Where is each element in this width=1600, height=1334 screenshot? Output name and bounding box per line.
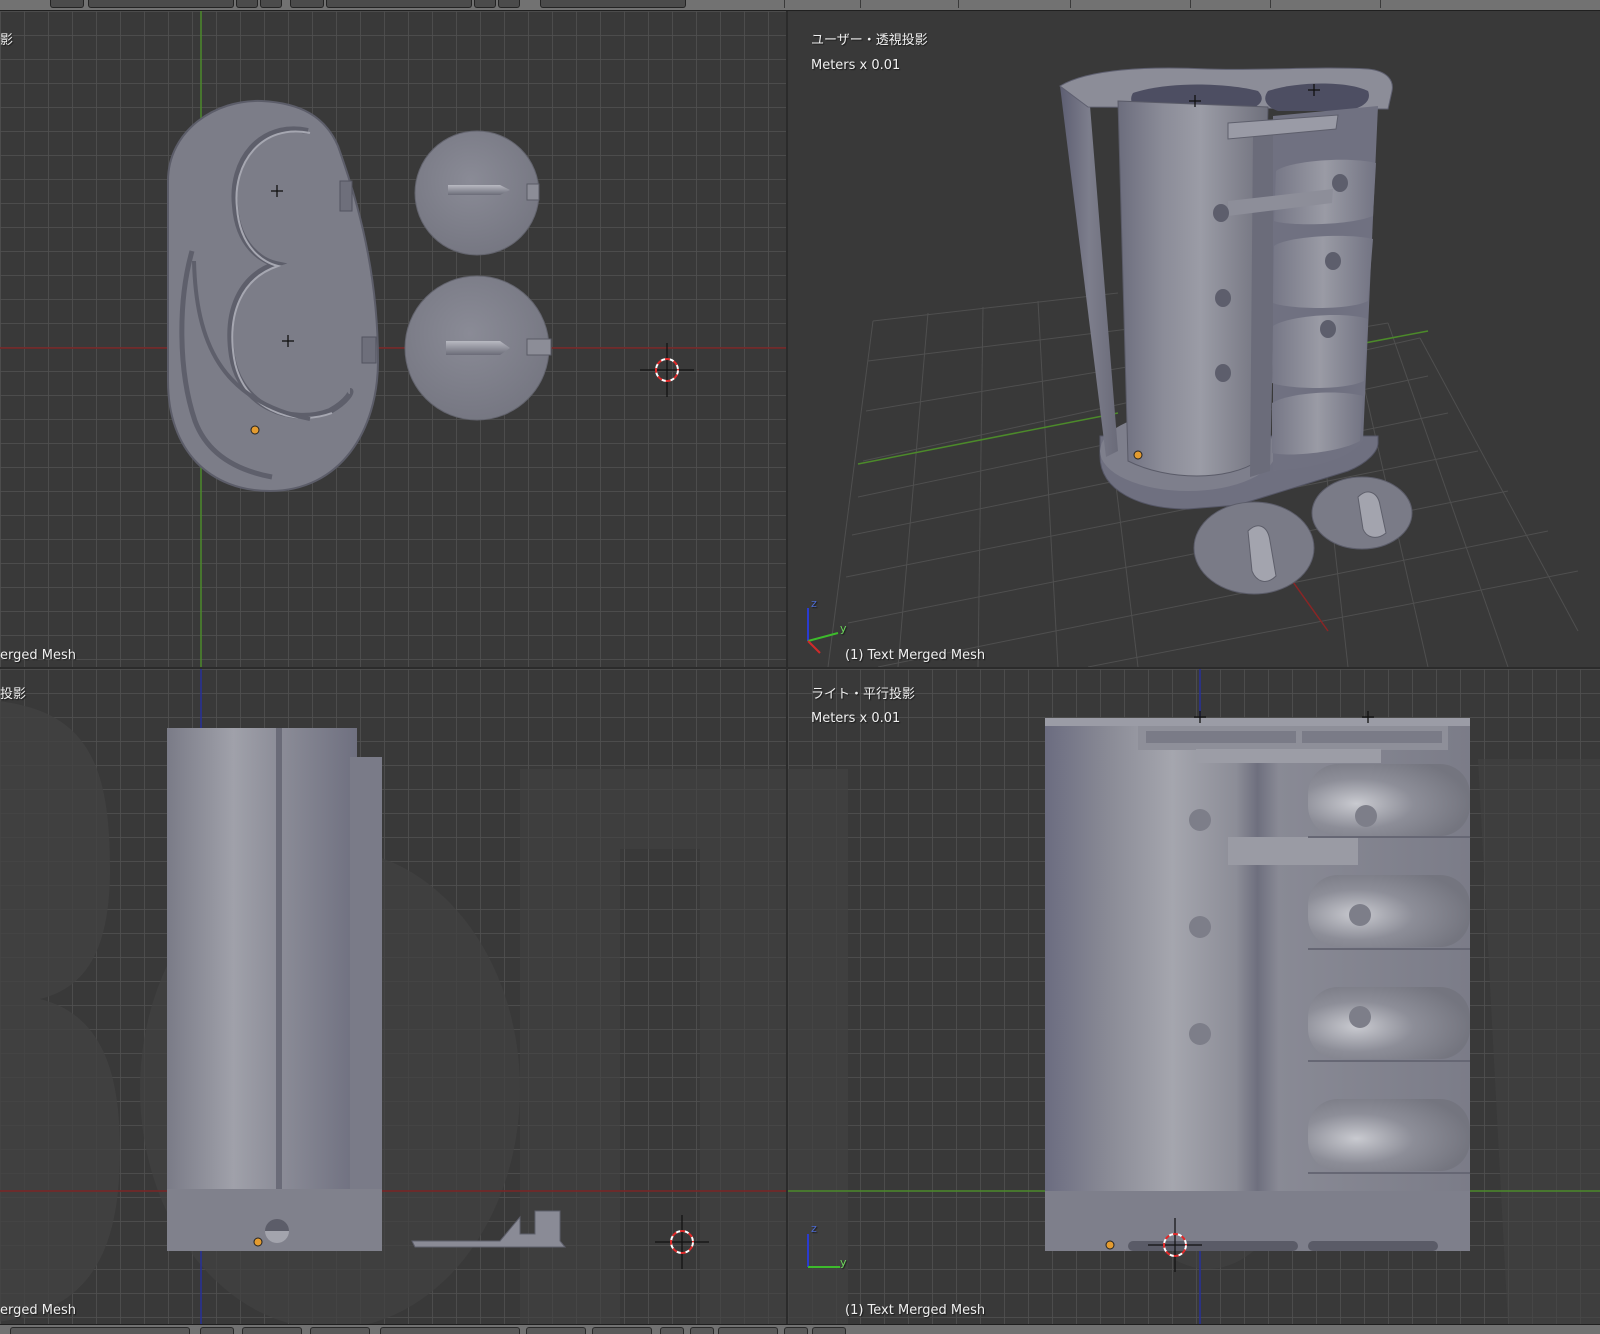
mesh-disc-left[interactable] xyxy=(1193,501,1315,595)
axis-gizmo-y-label: y xyxy=(840,622,847,635)
viewport-front-ortho[interactable]: 投影 erged Mesh xyxy=(0,669,786,1324)
viewport-object-name: (1) Text Merged Mesh xyxy=(845,1303,986,1318)
viewport-scene xyxy=(0,669,786,1324)
axis-gizmo-y-label: y xyxy=(840,1256,847,1269)
screen-add-button[interactable] xyxy=(236,0,258,8)
mesh-disc-upper[interactable] xyxy=(414,130,540,256)
scene-remove-button[interactable] xyxy=(498,0,520,8)
object-origin-dot xyxy=(250,425,260,435)
axis-gizmo xyxy=(807,608,839,654)
viewport-view-name: ユーザー・透視投影 xyxy=(811,33,928,48)
viewport-units-label: Meters x 0.01 xyxy=(811,58,901,73)
viewport-units-label: Meters x 0.01 xyxy=(811,711,901,726)
viewport-view-name: ライト・平行投影 xyxy=(811,687,916,702)
watermark xyxy=(0,701,786,1324)
viewport-object-name: erged Mesh xyxy=(0,648,76,663)
viewport-scene xyxy=(788,669,1600,1324)
axis-gizmo-z-label: z xyxy=(811,1222,817,1235)
mesh-disc-lower[interactable] xyxy=(404,275,552,421)
mode-select[interactable] xyxy=(10,1327,190,1334)
viewport-scene xyxy=(807,67,1579,667)
top-info-header xyxy=(0,0,1600,11)
viewport-view-name: 投影 xyxy=(0,687,27,702)
scene-type-menu[interactable] xyxy=(290,0,324,8)
viewport-object-name: erged Mesh xyxy=(0,1303,76,1318)
mesh-disc-right[interactable] xyxy=(1311,476,1413,550)
scene-field[interactable] xyxy=(326,0,472,8)
screen-remove-button[interactable] xyxy=(260,0,282,8)
mesh-body-front-view[interactable] xyxy=(167,728,382,1251)
mesh-body-perspective[interactable] xyxy=(1059,67,1393,510)
snap-toggle-button[interactable] xyxy=(690,1327,714,1334)
viewport-right-ortho[interactable]: z y ライト・平行投影 Meters x 0.01 (1) Text Merg… xyxy=(788,669,1600,1324)
object-origin-dot xyxy=(253,1237,263,1247)
viewport-scene xyxy=(0,11,786,667)
render-engine-select[interactable] xyxy=(540,0,686,8)
mesh-body-side-view[interactable] xyxy=(1045,711,1470,1251)
axis-gizmo-z-label: z xyxy=(811,597,817,610)
shading-select[interactable] xyxy=(200,1327,234,1334)
object-origin-dot xyxy=(1105,1240,1115,1250)
pivot-select[interactable] xyxy=(242,1327,302,1334)
y-axis-line xyxy=(857,412,1119,465)
viewport-user-perspective[interactable]: z y ユーザー・透視投影 Meters x 0.01 (1) Text Mer… xyxy=(788,11,1600,667)
viewport-view-name: 影 xyxy=(0,33,14,48)
snap-element-select[interactable] xyxy=(718,1327,778,1334)
blender-window: 影 erged Mesh z y ユーザー・透視投影 Meters x 0.01… xyxy=(0,0,1600,1334)
3d-cursor[interactable] xyxy=(640,343,694,397)
opengl-render-button[interactable] xyxy=(812,1327,846,1334)
scene-add-button[interactable] xyxy=(474,0,496,8)
editor-type-menu[interactable] xyxy=(50,0,84,8)
area-divider-horizontal[interactable] xyxy=(0,667,1600,669)
screen-layout-field[interactable] xyxy=(88,0,234,8)
mesh-body-top-view[interactable] xyxy=(167,99,380,493)
viewport-header-bar xyxy=(0,1324,1600,1334)
layer-buttons-2[interactable] xyxy=(592,1327,652,1334)
manipulator-toggles[interactable] xyxy=(310,1327,370,1334)
proportional-edit-button[interactable] xyxy=(660,1327,684,1334)
layer-buttons[interactable] xyxy=(526,1327,586,1334)
object-origin-dot xyxy=(1133,450,1143,460)
viewport-top-ortho[interactable]: 影 erged Mesh xyxy=(0,11,786,667)
transform-orientation-select[interactable] xyxy=(380,1327,520,1334)
viewport-object-name: (1) Text Merged Mesh xyxy=(845,648,986,663)
render-preview-button[interactable] xyxy=(784,1327,808,1334)
